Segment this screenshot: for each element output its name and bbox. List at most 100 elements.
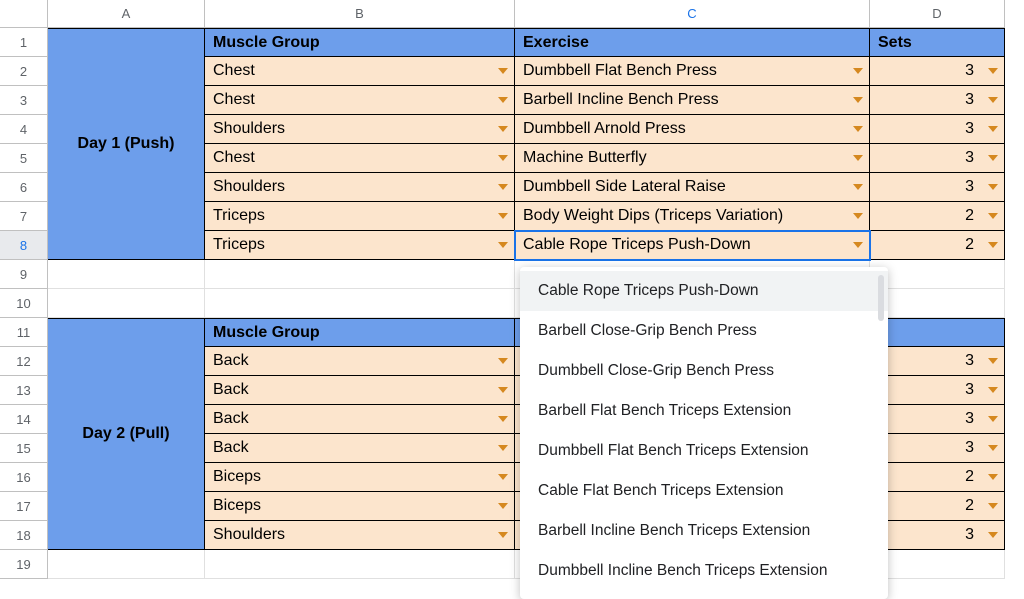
cell-D9[interactable] — [870, 260, 1005, 289]
chevron-down-icon[interactable] — [853, 126, 863, 132]
cell-B13-muscle[interactable]: Back — [205, 376, 515, 405]
dropdown-option[interactable]: Cable Rope Triceps Push-Down — [520, 271, 888, 311]
cell-D14-sets[interactable]: 3 — [870, 405, 1005, 434]
cell-B12-muscle[interactable]: Back — [205, 347, 515, 376]
cell-A9[interactable] — [48, 260, 205, 289]
chevron-down-icon[interactable] — [498, 213, 508, 219]
dropdown-scrollbar[interactable] — [878, 275, 884, 321]
day2-label-cell[interactable]: Day 2 (Pull) — [48, 318, 205, 550]
cell-D18-sets[interactable]: 3 — [870, 521, 1005, 550]
row-header-6[interactable]: 6 — [0, 173, 48, 202]
chevron-down-icon[interactable] — [853, 97, 863, 103]
dropdown-option[interactable]: Dumbbell Incline Bench Triceps Extension — [520, 551, 888, 591]
header-muscle-2[interactable]: Muscle Group — [205, 318, 515, 347]
header-sets-1[interactable]: Sets — [870, 28, 1005, 57]
cell-B5-muscle[interactable]: Chest — [205, 144, 515, 173]
row-header-11[interactable]: 11 — [0, 318, 48, 347]
chevron-down-icon[interactable] — [988, 474, 998, 480]
chevron-down-icon[interactable] — [853, 68, 863, 74]
row-header-1[interactable]: 1 — [0, 28, 48, 57]
cell-D6-sets[interactable]: 3 — [870, 173, 1005, 202]
cell-D16-sets[interactable]: 2 — [870, 463, 1005, 492]
chevron-down-icon[interactable] — [853, 184, 863, 190]
chevron-down-icon[interactable] — [988, 155, 998, 161]
cell-C2-exercise[interactable]: Dumbbell Flat Bench Press — [515, 57, 870, 86]
cell-D13-sets[interactable]: 3 — [870, 376, 1005, 405]
chevron-down-icon[interactable] — [498, 416, 508, 422]
row-header-3[interactable]: 3 — [0, 86, 48, 115]
dropdown-option[interactable]: Barbell Flat Bench Triceps Extension — [520, 391, 888, 431]
cell-D10[interactable] — [870, 289, 1005, 318]
cell-D3-sets[interactable]: 3 — [870, 86, 1005, 115]
dropdown-option[interactable]: Barbell Close-Grip Bench Press — [520, 311, 888, 351]
chevron-down-icon[interactable] — [498, 445, 508, 451]
cell-D2-sets[interactable]: 3 — [870, 57, 1005, 86]
row-header-13[interactable]: 13 — [0, 376, 48, 405]
select-all-corner[interactable] — [0, 0, 48, 28]
cell-D19[interactable] — [870, 550, 1005, 579]
row-header-9[interactable]: 9 — [0, 260, 48, 289]
chevron-down-icon[interactable] — [498, 503, 508, 509]
cell-A10[interactable] — [48, 289, 205, 318]
cell-C6-exercise[interactable]: Dumbbell Side Lateral Raise — [515, 173, 870, 202]
cell-C7-exercise[interactable]: Body Weight Dips (Triceps Variation) — [515, 202, 870, 231]
cell-D8-sets[interactable]: 2 — [870, 231, 1005, 260]
chevron-down-icon[interactable] — [498, 242, 508, 248]
row-header-14[interactable]: 14 — [0, 405, 48, 434]
row-header-5[interactable]: 5 — [0, 144, 48, 173]
chevron-down-icon[interactable] — [988, 358, 998, 364]
cell-D15-sets[interactable]: 3 — [870, 434, 1005, 463]
chevron-down-icon[interactable] — [988, 387, 998, 393]
cell-D17-sets[interactable]: 2 — [870, 492, 1005, 521]
row-header-16[interactable]: 16 — [0, 463, 48, 492]
dropdown-option[interactable]: Dumbbell Close-Grip Bench Press — [520, 351, 888, 391]
cell-C4-exercise[interactable]: Dumbbell Arnold Press — [515, 115, 870, 144]
chevron-down-icon[interactable] — [498, 126, 508, 132]
col-header-C[interactable]: C — [515, 0, 870, 28]
cell-B10[interactable] — [205, 289, 515, 318]
row-header-7[interactable]: 7 — [0, 202, 48, 231]
row-header-17[interactable]: 17 — [0, 492, 48, 521]
chevron-down-icon[interactable] — [498, 68, 508, 74]
chevron-down-icon[interactable] — [498, 184, 508, 190]
cell-C5-exercise[interactable]: Machine Butterfly — [515, 144, 870, 173]
chevron-down-icon[interactable] — [988, 184, 998, 190]
cell-B17-muscle[interactable]: Biceps — [205, 492, 515, 521]
chevron-down-icon[interactable] — [988, 213, 998, 219]
chevron-down-icon[interactable] — [498, 155, 508, 161]
chevron-down-icon[interactable] — [988, 416, 998, 422]
header-muscle-1[interactable]: Muscle Group — [205, 28, 515, 57]
col-header-A[interactable]: A — [48, 0, 205, 28]
row-header-4[interactable]: 4 — [0, 115, 48, 144]
header-exercise-1[interactable]: Exercise — [515, 28, 870, 57]
chevron-down-icon[interactable] — [988, 445, 998, 451]
chevron-down-icon[interactable] — [988, 126, 998, 132]
col-header-B[interactable]: B — [205, 0, 515, 28]
cell-B18-muscle[interactable]: Shoulders — [205, 521, 515, 550]
chevron-down-icon[interactable] — [988, 242, 998, 248]
header-sets-2[interactable]: s — [870, 318, 1005, 347]
chevron-down-icon[interactable] — [498, 358, 508, 364]
cell-B7-muscle[interactable]: Triceps — [205, 202, 515, 231]
chevron-down-icon[interactable] — [498, 532, 508, 538]
row-header-2[interactable]: 2 — [0, 57, 48, 86]
dropdown-option[interactable]: Cable Flat Bench Triceps Extension — [520, 471, 888, 511]
dropdown-option[interactable]: Barbell Incline Bench Triceps Extension — [520, 511, 888, 551]
cell-D4-sets[interactable]: 3 — [870, 115, 1005, 144]
cell-D12-sets[interactable]: 3 — [870, 347, 1005, 376]
chevron-down-icon[interactable] — [988, 532, 998, 538]
cell-B4-muscle[interactable]: Shoulders — [205, 115, 515, 144]
cell-B14-muscle[interactable]: Back — [205, 405, 515, 434]
row-header-8[interactable]: 8 — [0, 231, 48, 260]
row-header-19[interactable]: 19 — [0, 550, 48, 579]
chevron-down-icon[interactable] — [988, 503, 998, 509]
data-validation-dropdown[interactable]: Cable Rope Triceps Push-Down Barbell Clo… — [520, 267, 888, 599]
chevron-down-icon[interactable] — [853, 242, 863, 248]
cell-B15-muscle[interactable]: Back — [205, 434, 515, 463]
cell-C3-exercise[interactable]: Barbell Incline Bench Press — [515, 86, 870, 115]
cell-D7-sets[interactable]: 2 — [870, 202, 1005, 231]
chevron-down-icon[interactable] — [853, 155, 863, 161]
cell-B9[interactable] — [205, 260, 515, 289]
cell-B3-muscle[interactable]: Chest — [205, 86, 515, 115]
day1-label-cell[interactable]: Day 1 (Push) — [48, 28, 205, 260]
